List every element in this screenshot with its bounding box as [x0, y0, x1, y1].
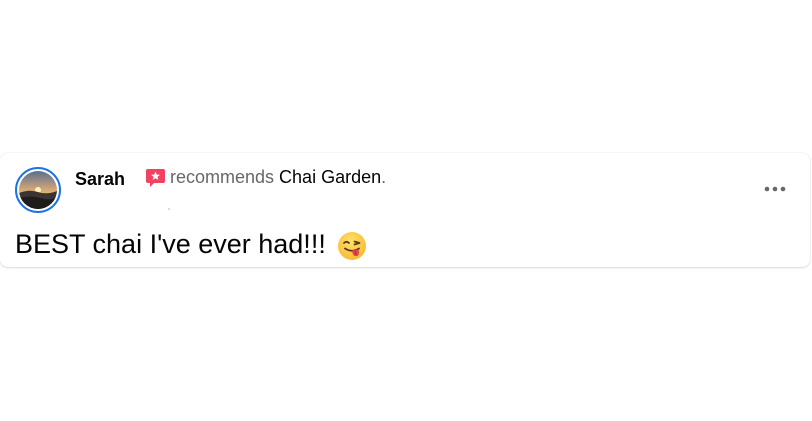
period: . [381, 167, 387, 187]
recommend-verb: recommends [170, 167, 275, 187]
separator-dot [168, 208, 170, 210]
avatar[interactable] [15, 167, 61, 213]
more-options-button[interactable] [762, 178, 788, 198]
author-name[interactable]: Sarah [75, 169, 125, 190]
recommendation-post: Sarah recommends Chai Garden. BEST chai … [0, 153, 810, 267]
post-body: BEST chai I've ever had!!! [15, 227, 367, 261]
more-options-icon [764, 179, 786, 197]
page: Sarah recommends Chai Garden. BEST chai … [0, 0, 812, 421]
recommend-star-icon [145, 167, 166, 188]
avatar-photo [19, 171, 57, 209]
post-text: BEST chai I've ever had!!! [15, 228, 326, 259]
recommendation-line: recommends Chai Garden. [145, 167, 386, 188]
face-savoring-food-emoji-icon [337, 231, 367, 261]
page-name-link[interactable]: Chai Garden [279, 167, 381, 188]
